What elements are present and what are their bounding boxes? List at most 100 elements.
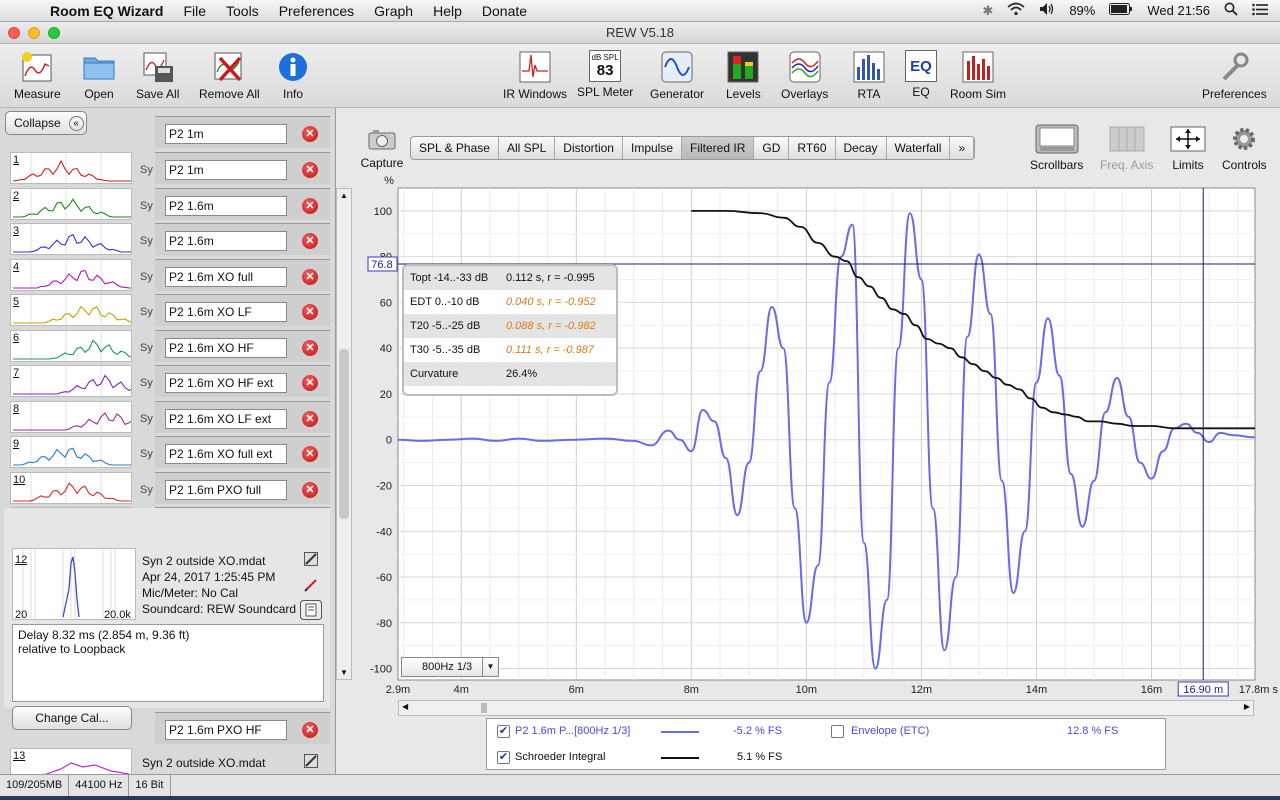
measurement-thumbnail[interactable] — [10, 329, 134, 362]
measurement-thumbnail[interactable] — [10, 223, 133, 255]
scroll-thumb[interactable] — [339, 349, 349, 519]
clock[interactable]: Wed 21:56 — [1147, 3, 1210, 18]
measurement-row[interactable]: 10 Sy P2 1.6m PXO full ✕ — [0, 470, 330, 506]
measurement-thumbnail[interactable] — [10, 436, 133, 468]
generator-button[interactable]: Generator — [650, 50, 704, 101]
measurement-row[interactable]: 1 Sy P2 1m ✕ — [0, 150, 330, 186]
delete-icon[interactable]: ✕ — [302, 446, 318, 462]
tab-gd[interactable]: GD — [754, 137, 790, 159]
change-cal-button[interactable]: Change Cal... — [12, 706, 132, 730]
spl-meter-button[interactable]: dB SPL 83 SPL Meter — [577, 50, 633, 99]
measurement-row-13[interactable]: 13 Syn 2 outside XO.mdat — [0, 746, 330, 774]
measurement-row[interactable]: 9 Sy P2 1.6m XO full ext ✕ — [0, 434, 330, 470]
measurement-name-field[interactable]: P2 1.6m XO HF ext — [165, 373, 287, 393]
edit-notes-icon[interactable] — [304, 552, 318, 569]
menu-file[interactable]: File — [173, 3, 216, 19]
ir-windows-button[interactable]: IR Windows — [503, 50, 567, 101]
edit-notes-icon[interactable] — [304, 754, 318, 771]
wifi-icon[interactable] — [1007, 2, 1025, 19]
eq-button[interactable]: EQ EQ — [905, 50, 937, 99]
notification-center-icon[interactable] — [1252, 3, 1268, 19]
measurement-row[interactable]: 8 Sy P2 1.6m XO LF ext ✕ — [0, 399, 330, 435]
menu-app[interactable]: Room EQ Wizard — [40, 3, 173, 19]
schroeder-checkbox[interactable]: ✔ — [497, 751, 510, 764]
envelope-checkbox[interactable] — [831, 725, 844, 738]
delete-icon[interactable]: ✕ — [302, 375, 318, 391]
graph-horizontal-scrollbar[interactable]: ◀ ▶ — [398, 700, 1254, 716]
bluetooth-icon[interactable]: ✱ — [982, 3, 993, 19]
remove-all-button[interactable]: Remove All — [199, 50, 260, 101]
pen-icon[interactable] — [304, 578, 318, 595]
delete-icon[interactable]: ✕ — [302, 197, 318, 214]
measurement-name-field[interactable]: P2 1.6m — [165, 231, 287, 251]
delete-icon[interactable]: ✕ — [302, 410, 318, 427]
measurement-list-scrollbar[interactable]: ▲ ▼ — [336, 188, 352, 680]
tab-rt60[interactable]: RT60 — [789, 137, 836, 159]
scrollbars-button[interactable]: Scrollbars — [1030, 124, 1083, 172]
delete-icon[interactable]: ✕ — [302, 162, 318, 178]
measurement-name-field[interactable]: P2 1.6m PXO full — [165, 479, 287, 500]
delete-icon[interactable]: ✕ — [302, 339, 318, 356]
preferences-button[interactable]: Preferences — [1202, 50, 1267, 101]
measurement-thumbnail[interactable] — [10, 258, 133, 291]
measurement-thumbnail[interactable] — [10, 471, 133, 504]
close-window-button[interactable] — [8, 27, 20, 39]
battery-icon[interactable] — [1109, 3, 1133, 18]
measurement-row[interactable]: 7 Sy P2 1.6m XO HF ext ✕ — [0, 363, 330, 399]
tab-impulse[interactable]: Impulse — [623, 137, 683, 159]
open-button[interactable]: Open — [82, 50, 116, 101]
measurement-name-field[interactable]: P2 1m — [165, 160, 287, 180]
measurement-thumbnail[interactable] — [10, 365, 134, 397]
menu-preferences[interactable]: Preferences — [269, 3, 364, 19]
notes-icon[interactable] — [300, 600, 322, 623]
measurement-name-field[interactable]: P2 1.6m XO LF ext — [165, 408, 287, 429]
volume-icon[interactable] — [1039, 2, 1055, 19]
scroll-up-icon[interactable]: ▲ — [340, 191, 348, 200]
levels-button[interactable]: Levels — [726, 50, 761, 101]
tab-filtered-ir[interactable]: Filtered IR — [682, 137, 755, 159]
delete-icon[interactable]: ✕ — [302, 304, 318, 320]
measurement-name-field[interactable]: P2 1.6m PXO HF — [165, 720, 287, 740]
battery-percent[interactable]: 89% — [1069, 3, 1095, 18]
measurement-row[interactable]: 2 Sy P2 1.6m ✕ — [0, 186, 330, 222]
measurement-name-field[interactable]: P2 1.6m XO HF — [165, 337, 287, 358]
scroll-left-icon[interactable]: ◀ — [402, 702, 408, 711]
measurement-name-field[interactable]: P2 1m — [165, 124, 287, 144]
measurement-row[interactable]: 6 Sy P2 1.6m XO HF ✕ — [0, 328, 330, 364]
delete-icon[interactable]: ✕ — [302, 481, 318, 498]
measurement-row[interactable]: 4 Sy P2 1.6m XO full ✕ — [0, 257, 330, 293]
overlays-button[interactable]: Overlays — [781, 50, 828, 101]
tab-spl-phase[interactable]: SPL & Phase — [411, 137, 499, 159]
measurement-name-field[interactable]: P2 1.6m XO full ext — [165, 444, 287, 464]
save-all-button[interactable]: Save All — [136, 50, 179, 101]
measurement-thumbnail[interactable] — [10, 152, 133, 184]
menu-donate[interactable]: Donate — [472, 3, 537, 19]
measurement-name-field[interactable]: P2 1.6m XO full — [165, 266, 287, 287]
tab-waterfall[interactable]: Waterfall — [887, 137, 951, 159]
capture-button[interactable]: Capture — [360, 126, 404, 170]
measurement-notes[interactable]: Delay 8.32 ms (2.854 m, 9.36 ft) relativ… — [12, 624, 324, 702]
controls-button[interactable]: Controls — [1222, 124, 1267, 172]
scroll-right-icon[interactable]: ▶ — [1244, 702, 1250, 711]
tab-all-spl[interactable]: All SPL — [499, 137, 556, 159]
menu-tools[interactable]: Tools — [216, 3, 269, 19]
measurement-thumbnail[interactable] — [10, 294, 134, 326]
delete-icon[interactable]: ✕ — [302, 722, 318, 738]
measurement-row[interactable]: 3 Sy P2 1.6m ✕ — [0, 221, 330, 257]
memory-usage[interactable]: 109/205MB — [0, 775, 70, 796]
filter-band-select[interactable]: 800Hz 1/3 ▼ — [401, 657, 499, 677]
measurement-thumbnail[interactable] — [10, 748, 132, 774]
minimize-window-button[interactable] — [28, 27, 40, 39]
spotlight-icon[interactable] — [1224, 2, 1238, 19]
series-ir-checkbox[interactable]: ✔ — [497, 725, 510, 738]
delete-icon[interactable]: ✕ — [302, 126, 318, 142]
measure-button[interactable]: Measure — [14, 50, 61, 101]
measurement-row[interactable]: 5 Sy P2 1.6m XO LF ✕ — [0, 292, 330, 328]
delete-icon[interactable]: ✕ — [302, 233, 318, 249]
freq-axis-button[interactable]: Freq. Axis — [1100, 124, 1153, 172]
measurement-name-field[interactable]: P2 1.6m XO LF — [165, 302, 287, 322]
info-button[interactable]: Info — [276, 50, 310, 101]
menu-help[interactable]: Help — [423, 3, 472, 19]
limits-button[interactable]: Limits — [1166, 124, 1210, 172]
rta-button[interactable]: RTA — [852, 50, 886, 101]
